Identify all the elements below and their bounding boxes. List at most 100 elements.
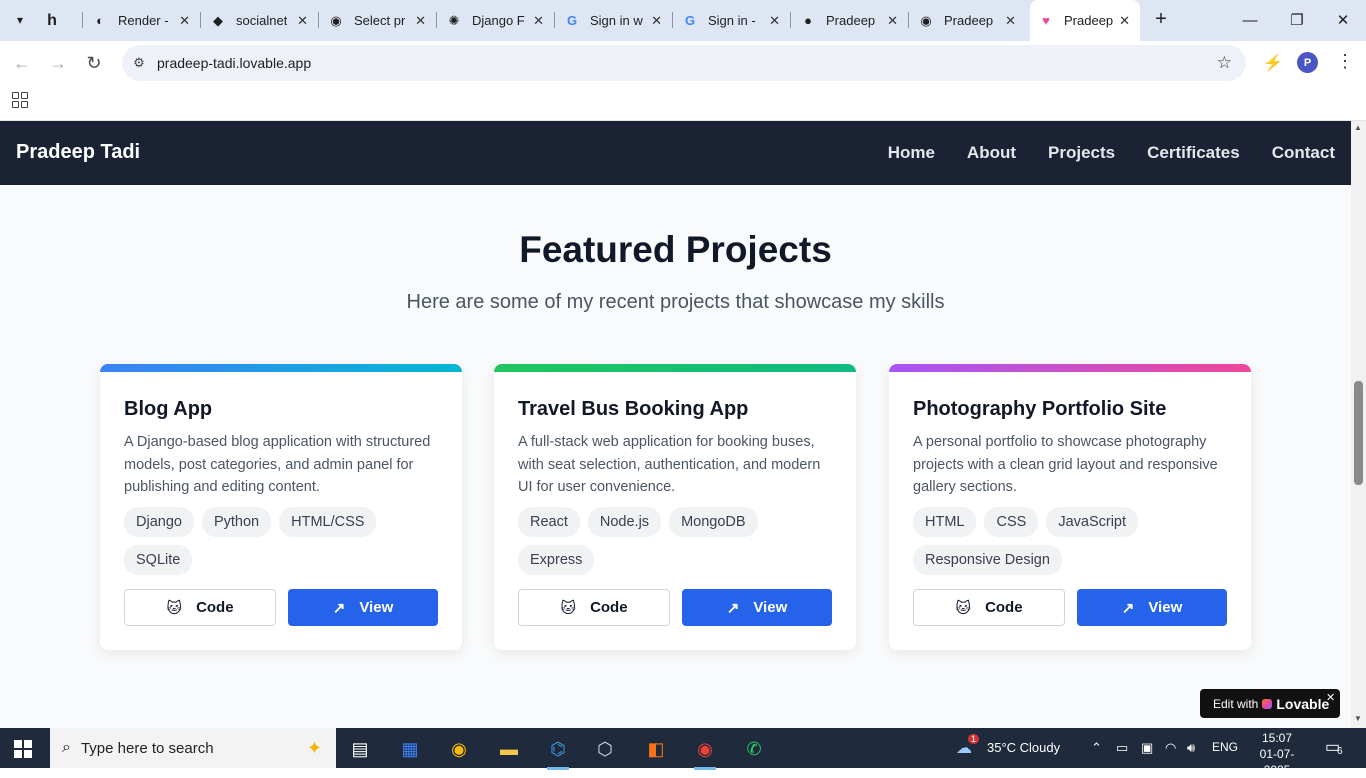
new-tab-button[interactable]: + xyxy=(1150,8,1172,30)
browser-tab[interactable]: ◉ Pradeep ✕ xyxy=(918,0,1026,41)
forward-button[interactable]: → xyxy=(46,51,70,75)
project-card: Blog App A Django-based blog application… xyxy=(100,364,462,650)
chrome-icon[interactable]: ◉ xyxy=(444,734,474,764)
reload-button[interactable]: ↻ xyxy=(82,51,106,75)
scroll-down-icon[interactable]: ▼ xyxy=(1354,714,1362,723)
copilot-sparkle-icon[interactable]: ✦ xyxy=(307,738,322,759)
view-button-label: View xyxy=(1148,599,1183,616)
browser-tab[interactable]: ● Pradeep ✕ xyxy=(800,0,908,41)
tab-title: Pradeep xyxy=(944,13,994,28)
github-icon: ● xyxy=(804,13,812,28)
minimize-button[interactable]: — xyxy=(1238,8,1262,32)
tab-title: Django F xyxy=(472,13,525,28)
taskbar-search[interactable]: ⌕ Type here to search ✦ xyxy=(50,728,336,768)
weather-text[interactable]: 35°C Cloudy xyxy=(987,740,1060,755)
lovable-logo-icon xyxy=(1262,698,1273,709)
code-button[interactable]: 🐱︎ Code xyxy=(124,589,276,626)
tech-tag: Express xyxy=(518,545,595,575)
card-accent-bar xyxy=(889,364,1251,372)
badge-prefix: Edit with xyxy=(1213,696,1259,711)
file-explorer-icon[interactable]: ▬ xyxy=(494,734,524,764)
browser-tab[interactable]: G Sign in - ✕ xyxy=(682,0,790,41)
url-text[interactable]: pradeep-tadi.lovable.app xyxy=(157,55,311,71)
view-button[interactable]: ↗ View xyxy=(682,589,832,626)
profile-avatar[interactable]: P xyxy=(1297,52,1318,73)
chrome-profile-icon[interactable]: ◉ xyxy=(690,734,720,770)
browser-tab[interactable]: ◆ socialnet ✕ xyxy=(210,0,318,41)
nav-links: Home About Projects Certificates Contact xyxy=(888,143,1335,163)
restore-button[interactable]: ❐ xyxy=(1285,8,1309,32)
site-brand[interactable]: Pradeep Tadi xyxy=(16,141,140,164)
browser-tab-active[interactable]: ♥ Pradeep ✕ xyxy=(1030,0,1140,41)
window-close-button[interactable]: ✕ xyxy=(1331,8,1355,32)
code-button[interactable]: 🐱︎ Code xyxy=(518,589,670,626)
browser-tab[interactable]: ◉ Select pr ✕ xyxy=(328,0,436,41)
tab-title: socialnet xyxy=(236,13,288,28)
external-link-icon: ↗ xyxy=(726,599,740,617)
store-icon[interactable]: ▦ xyxy=(395,734,425,764)
scrollbar-thumb[interactable] xyxy=(1354,381,1363,485)
close-icon[interactable]: ✕ xyxy=(179,13,190,29)
language-indicator[interactable]: ENG xyxy=(1212,740,1238,754)
close-icon[interactable]: ✕ xyxy=(415,13,426,29)
render-icon: ◐ xyxy=(96,13,104,28)
github-icon: 🐱︎ xyxy=(560,599,577,617)
taskbar-clock[interactable]: 15:07 01-07-2025 xyxy=(1250,730,1304,778)
apps-grid-icon[interactable] xyxy=(12,92,28,108)
close-icon[interactable]: ✕ xyxy=(1005,13,1016,29)
view-button[interactable]: ↗ View xyxy=(288,589,438,626)
bookmark-star-icon[interactable]: ☆ xyxy=(1217,53,1232,73)
browser-toolbar: ← → ↻ ⚙ pradeep-tadi.lovable.app ☆ ⚡ xyxy=(0,41,1366,85)
scroll-up-icon[interactable]: ▲ xyxy=(1354,123,1362,132)
close-icon[interactable]: ✕ xyxy=(769,13,780,29)
page-scrollbar[interactable]: ▲ ▼ xyxy=(1351,121,1366,728)
browser-tab[interactable]: G Sign in w ✕ xyxy=(564,0,672,41)
tag-list: Django Python HTML/CSS SQLite xyxy=(124,507,444,575)
close-icon[interactable]: ✕ xyxy=(297,13,308,29)
back-button[interactable]: ← xyxy=(10,51,34,75)
hashnode-icon: h xyxy=(47,11,57,29)
browser-tab[interactable]: ◐ Render - ✕ xyxy=(92,0,200,41)
nav-certificates[interactable]: Certificates xyxy=(1147,143,1240,163)
section-title: Featured Projects xyxy=(519,229,832,270)
notification-count: 6 xyxy=(1337,746,1343,757)
nav-about[interactable]: About xyxy=(967,143,1016,163)
meet-icon[interactable]: ▣ xyxy=(1141,740,1153,756)
extension-icon[interactable]: ⚡ xyxy=(1263,53,1283,73)
task-view-icon[interactable]: ▤ xyxy=(345,734,375,764)
browser-tab[interactable]: h xyxy=(44,0,82,41)
address-bar[interactable]: ⚙ pradeep-tadi.lovable.app ☆ xyxy=(122,45,1246,81)
nav-home[interactable]: Home xyxy=(888,143,935,163)
tab-search-button[interactable]: ▾ xyxy=(8,8,32,32)
tech-tag: MongoDB xyxy=(669,507,758,537)
browser-tab[interactable]: ✺ Django F ✕ xyxy=(446,0,554,41)
nav-projects[interactable]: Projects xyxy=(1048,143,1115,163)
chevron-up-icon[interactable]: ⌃ xyxy=(1091,740,1102,756)
globe-icon: ◉ xyxy=(330,12,342,28)
code-button-label: Code xyxy=(590,599,628,616)
code-button-label: Code xyxy=(196,599,234,616)
virtualbox-icon[interactable]: ⬡ xyxy=(590,734,620,764)
battery-icon[interactable]: ▭ xyxy=(1116,740,1128,756)
tech-tag: Responsive Design xyxy=(913,545,1062,575)
nav-contact[interactable]: Contact xyxy=(1272,143,1335,163)
tech-tag: JavaScript xyxy=(1046,507,1139,537)
close-icon[interactable]: ✕ xyxy=(533,13,544,29)
github-icon: 🐱︎ xyxy=(166,599,183,617)
start-button[interactable] xyxy=(14,740,32,758)
view-button[interactable]: ↗ View xyxy=(1077,589,1227,626)
close-icon[interactable]: ✕ xyxy=(1119,13,1130,29)
tech-tag: React xyxy=(518,507,580,537)
close-icon[interactable]: ✕ xyxy=(887,13,898,29)
volume-icon[interactable]: 🔊︎ xyxy=(1187,740,1195,756)
site-info-icon[interactable]: ⚙ xyxy=(128,55,150,71)
badge-close-icon[interactable]: ✕ xyxy=(1326,691,1335,704)
wifi-icon[interactable]: ◠ xyxy=(1165,740,1176,756)
whatsapp-icon[interactable]: ✆ xyxy=(739,734,769,764)
vscode-icon[interactable]: ⌬ xyxy=(543,734,573,770)
browser-menu-icon[interactable]: ⋮ xyxy=(1336,51,1354,72)
close-icon[interactable]: ✕ xyxy=(651,13,662,29)
code-button[interactable]: 🐱︎ Code xyxy=(913,589,1065,626)
edit-with-lovable-badge[interactable]: Edit with Lovable xyxy=(1200,689,1340,718)
app-icon[interactable]: ◧ xyxy=(641,734,671,764)
